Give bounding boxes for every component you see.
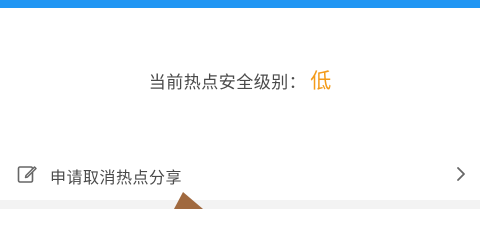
chevron-right-icon [457, 167, 465, 181]
cancel-hotspot-sharing-button[interactable]: 申请取消热点分享 [0, 154, 480, 194]
top-accent-bar [0, 0, 480, 8]
cancel-hotspot-sharing-label: 申请取消热点分享 [50, 168, 183, 187]
security-level-row: 当前热点安全级别： 低 [0, 64, 480, 96]
hotspot-security-panel: 当前热点安全级别： 低 申请取消热点分享 [0, 0, 480, 209]
edit-icon [17, 166, 37, 183]
security-level-value: 低 [310, 69, 332, 93]
section-divider [0, 200, 480, 209]
security-level-label: 当前热点安全级别： [148, 72, 307, 93]
pointer-cursor-icon [174, 192, 203, 209]
